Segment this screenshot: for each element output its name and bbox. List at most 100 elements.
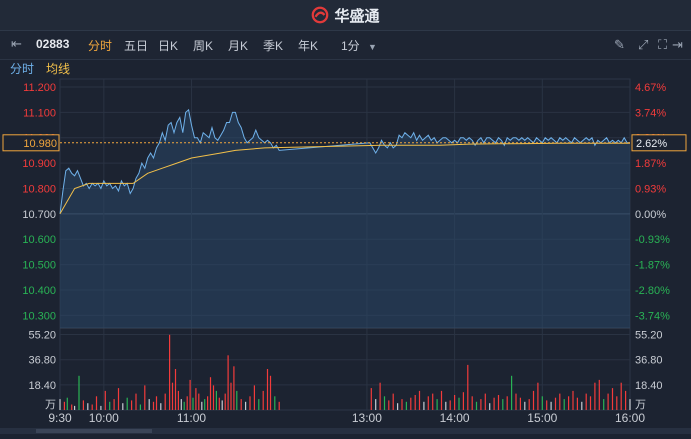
volume-bar <box>135 393 137 410</box>
volume-bar <box>155 396 158 410</box>
volume-tick-label: 55.20 <box>28 330 56 342</box>
volume-bar <box>392 393 394 410</box>
interval-select[interactable]: 1分 ▼ <box>341 37 377 54</box>
volume-bar <box>546 400 548 410</box>
volume-bar <box>401 399 403 410</box>
x-tick-label: 14:00 <box>440 411 470 425</box>
volume-bar <box>100 405 102 410</box>
volume-bar <box>195 388 197 410</box>
expand-icon[interactable]: ⤢ <box>638 37 648 53</box>
volume-bar <box>423 401 425 410</box>
tab-weekly-k[interactable]: 周K <box>193 37 213 54</box>
volume-bar <box>218 397 220 410</box>
volume-bar <box>126 397 128 410</box>
volume-tick-label-right: 18.40 <box>635 380 663 392</box>
volume-bar <box>397 403 399 410</box>
x-tick-label: 10:00 <box>89 411 119 425</box>
current-price-label: 10.980 <box>23 138 57 150</box>
volume-bar <box>122 403 124 410</box>
volume-bar <box>177 390 179 410</box>
tab-intraday[interactable]: 分时 <box>88 37 112 54</box>
volume-bar <box>221 400 223 410</box>
volume-bar <box>515 393 517 410</box>
volume-bar <box>611 388 614 410</box>
x-tick-label: 9:30 <box>48 411 72 425</box>
tab-yearly-k[interactable]: 年K <box>298 37 318 54</box>
volume-bar <box>91 404 93 410</box>
volume-bar <box>224 393 226 410</box>
volume-tick-label-right: 36.80 <box>635 355 663 367</box>
volume-bar <box>537 382 539 410</box>
volume-bar <box>594 382 596 410</box>
volume-bar <box>71 404 73 410</box>
volume-bar <box>212 385 215 410</box>
volume-bar <box>230 382 232 410</box>
volume-bar <box>506 396 508 410</box>
volume-bar <box>581 401 583 410</box>
fullscreen-icon[interactable]: ⛶ <box>658 37 667 53</box>
volume-bar <box>502 399 504 410</box>
volume-tick-label: 36.80 <box>28 355 56 367</box>
volume-bar <box>493 397 495 410</box>
volume-bar <box>278 401 280 410</box>
volume-bar <box>405 401 407 410</box>
y-tick-label-right: -1.87% <box>635 260 670 272</box>
draw-pen-icon[interactable]: ✎ <box>614 37 625 53</box>
volume-bar <box>74 405 76 410</box>
y-tick-label-right: 1.87% <box>635 158 666 170</box>
volume-bar <box>204 399 206 410</box>
volume-bar <box>524 401 526 410</box>
volume-bar <box>192 397 194 410</box>
y-tick-label: 11.100 <box>23 107 56 119</box>
volume-bar <box>554 397 557 410</box>
volume-bar <box>169 334 171 410</box>
interval-value: 1分 <box>341 39 360 53</box>
y-tick-label-right: -3.74% <box>635 310 670 322</box>
volume-bar <box>274 396 276 410</box>
volume-bar <box>139 404 141 410</box>
legend-intraday[interactable]: 分时 <box>10 62 34 76</box>
chart-area: 11.2004.67%11.1003.74%11.0002.80%10.9001… <box>0 60 691 434</box>
volume-bar <box>253 385 255 410</box>
volume-bar <box>572 390 574 410</box>
volume-bar <box>440 390 443 410</box>
volume-tick-label-right: 55.20 <box>635 330 663 342</box>
x-tick-label: 16:00 <box>615 411 645 425</box>
volume-bar <box>152 401 155 410</box>
y-tick-label-right: 3.74% <box>635 107 666 119</box>
volume-unit-right: 万 <box>635 399 646 411</box>
volume-bar <box>471 396 473 410</box>
stock-code: 02883 <box>36 37 70 51</box>
volume-bar <box>245 401 247 410</box>
tab-monthly-k[interactable]: 月K <box>228 37 248 54</box>
volume-bar <box>375 399 377 410</box>
volume-bar <box>414 395 416 410</box>
tab-daily-k[interactable]: 日K <box>158 37 178 54</box>
volume-bar <box>215 390 217 410</box>
x-tick-label: 11:00 <box>177 411 206 425</box>
intraday-chart: 11.2004.67%11.1003.74%11.0002.80%10.9001… <box>0 62 691 434</box>
collapse-right-icon[interactable]: ⇥ <box>672 37 683 53</box>
volume-bar <box>568 396 570 410</box>
brand: 华盛通 <box>0 0 691 30</box>
y-tick-label-right: 0.00% <box>635 209 666 221</box>
volume-bar <box>436 399 438 410</box>
volume-bar <box>131 400 133 410</box>
collapse-left-icon[interactable]: ⇤ <box>11 36 22 52</box>
y-tick-label: 10.900 <box>22 158 56 170</box>
volume-bar <box>148 399 150 410</box>
legend-average[interactable]: 均线 <box>46 62 70 76</box>
volume-bar <box>117 388 120 410</box>
y-tick-label-right: -2.80% <box>635 285 670 297</box>
volume-bar <box>160 403 162 410</box>
y-tick-label: 10.800 <box>22 184 56 196</box>
tab-five-day[interactable]: 五日 <box>124 37 148 54</box>
y-tick-label: 10.300 <box>22 310 56 322</box>
volume-bar <box>528 399 530 410</box>
volume-bar <box>262 390 264 410</box>
volume-bar <box>59 399 61 410</box>
volume-bar <box>532 390 535 410</box>
tab-quarterly-k[interactable]: 季K <box>263 37 283 54</box>
brand-name: 华盛通 <box>334 7 380 25</box>
volume-bar <box>445 401 447 410</box>
